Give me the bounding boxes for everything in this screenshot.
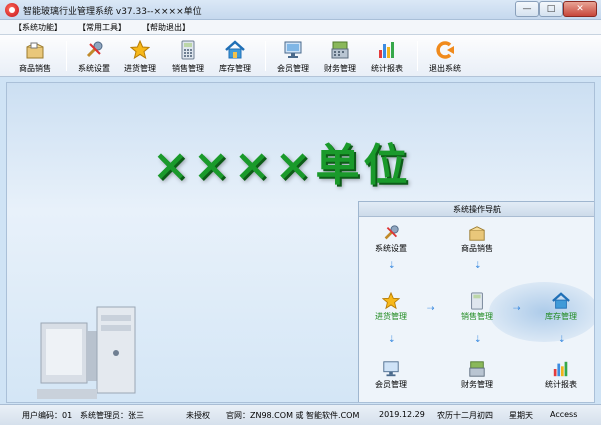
monitor-icon — [383, 361, 399, 377]
status-admin: 系统管理员：张三 — [80, 411, 144, 420]
package-icon — [469, 226, 485, 241]
wrench-icon — [384, 225, 399, 240]
nav-member-management[interactable]: 会员管理 — [361, 360, 421, 394]
register-icon — [331, 41, 349, 59]
arrow-down-icon: ⇣ — [474, 261, 482, 271]
nav-purchase-management[interactable]: 进货管理 — [361, 292, 421, 326]
menu-system-functions[interactable]: 【系统功能】 — [14, 22, 62, 33]
bar-chart-icon — [553, 361, 568, 377]
toolbar-exit-button[interactable]: 退出系统 — [417, 38, 473, 74]
nav-panel-title: 系统操作导航 — [359, 202, 594, 217]
nav-inventory-management[interactable]: 库存管理 — [531, 292, 591, 326]
app-icon — [5, 3, 19, 17]
main-panel: ××××单位 系统操作导航 系统设置 商品销售 ⇣ ⇣ 进货管理 ⇢ 销售管理 … — [6, 82, 595, 403]
status-bar: 用户编码：01 系统管理员：张三 未授权 官网：ZN98.COM 或 智能软件.… — [0, 404, 601, 425]
menu-help-exit[interactable]: 【帮助退出】 — [142, 22, 190, 33]
maximize-button[interactable]: □ — [539, 1, 563, 17]
nav-statistics-report[interactable]: 统计报表 — [531, 360, 591, 394]
arrow-down-icon: ⇣ — [474, 335, 482, 345]
calculator-icon — [181, 40, 195, 60]
status-license: 未授权 — [186, 411, 210, 420]
menu-bar: 【系统功能】 【常用工具】 【帮助退出】 — [0, 20, 601, 35]
nav-sales-management[interactable]: 销售管理 — [447, 292, 507, 326]
star-icon — [382, 292, 400, 310]
arrow-down-icon: ⇣ — [388, 335, 396, 345]
title-bar: 智能玻璃行业管理系统 v37.33--××××单位 — □ ✕ — [0, 0, 601, 20]
arrow-down-icon: ⇣ — [558, 335, 566, 345]
package-icon — [26, 42, 44, 59]
bar-chart-icon — [379, 42, 394, 58]
unit-name-heading: ××××单位 — [152, 140, 412, 191]
house-icon — [552, 292, 570, 309]
exit-icon — [436, 41, 454, 59]
calculator-icon — [471, 292, 483, 310]
status-database: Access — [550, 410, 578, 419]
toolbar-inventory-management-button[interactable]: 库存管理 — [207, 38, 263, 74]
nav-finance-management[interactable]: 财务管理 — [447, 360, 507, 394]
toolbar: 商品销售 系统设置 进货管理 销售管理 库存管理 会员管理 财务管理 统计报表 … — [0, 35, 601, 77]
status-weekday: 星期天 — [509, 411, 533, 420]
window-title: 智能玻璃行业管理系统 v37.33--××××单位 — [23, 7, 202, 17]
minimize-button[interactable]: — — [515, 1, 539, 17]
register-icon — [469, 361, 485, 377]
arrow-down-icon: ⇣ — [388, 261, 396, 271]
monitor-icon — [284, 41, 302, 58]
computer-illustration — [37, 306, 136, 399]
toolbar-product-sales-button[interactable]: 商品销售 — [7, 38, 63, 74]
status-user-code: 用户编码：01 — [22, 411, 73, 420]
status-website[interactable]: 官网：ZN98.COM 或 智能软件.COM — [226, 410, 359, 421]
arrow-right-icon: ⇢ — [513, 304, 521, 314]
wrench-icon — [86, 41, 103, 58]
nav-product-sales[interactable]: 商品销售 — [447, 224, 507, 258]
menu-common-tools[interactable]: 【常用工具】 — [78, 22, 126, 33]
house-icon — [225, 40, 245, 59]
toolbar-statistics-report-button[interactable]: 统计报表 — [359, 38, 415, 74]
star-icon — [130, 40, 150, 60]
operation-navigation-panel: 系统操作导航 系统设置 商品销售 ⇣ ⇣ 进货管理 ⇢ 销售管理 ⇢ 库存管理 … — [358, 201, 594, 402]
close-button[interactable]: ✕ — [563, 1, 597, 17]
nav-system-settings[interactable]: 系统设置 — [361, 224, 421, 258]
status-lunar-date: 农历十二月初四 — [437, 411, 493, 420]
status-date: 2019.12.29 — [379, 410, 425, 419]
arrow-right-icon: ⇢ — [427, 304, 435, 314]
